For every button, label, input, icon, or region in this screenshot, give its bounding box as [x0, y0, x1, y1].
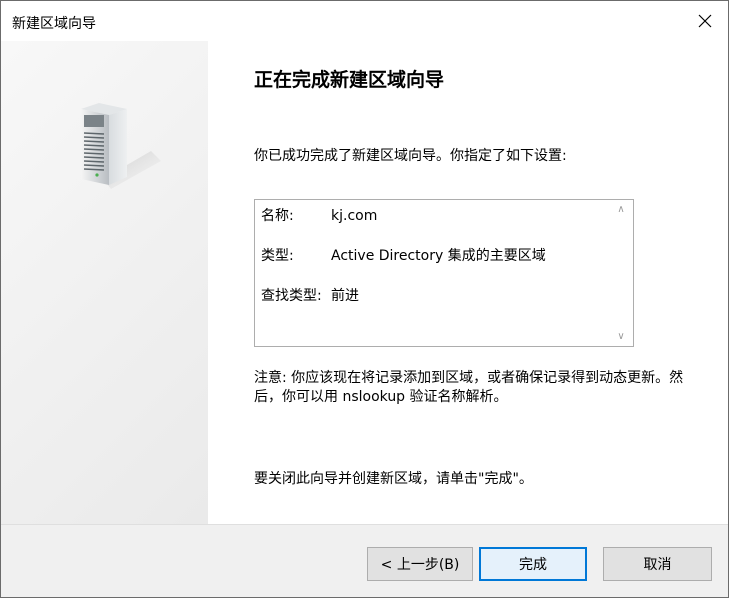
summary-value: kj.com [331, 208, 378, 224]
chevron-down-icon[interactable]: ∨ [616, 331, 626, 342]
page-title: 正在完成新建区域向导 [254, 69, 445, 91]
wizard-dialog: 新建区域向导 正在完成新建区域向导 你已成功完成了新建区域向导。你指定了如下设置… [0, 0, 729, 598]
settings-summary-box[interactable]: 名称: kj.com 类型: Active Directory 集成的主要区域 查找… [254, 199, 634, 347]
wizard-content: 正在完成新建区域向导 你已成功完成了新建区域向导。你指定了如下设置: 名称: kj… [208, 41, 728, 524]
summary-value: Active Directory 集成的主要区域 [331, 248, 546, 264]
title-bar: 新建区域向导 [1, 1, 728, 41]
note-text: 注意: 你应该现在将记录添加到区域，或者确保记录得到动态更新。然后，你可以用 n… [254, 370, 684, 405]
close-icon [698, 14, 712, 28]
summary-value: 前进 [331, 288, 359, 304]
summary-label: 名称: [261, 208, 294, 224]
summary-label: 查找类型: [261, 288, 322, 304]
button-bar: < 上一步(B) 完成 取消 [1, 524, 728, 597]
close-button[interactable] [682, 1, 728, 41]
summary-label: 类型: [261, 248, 294, 264]
wizard-side-panel [1, 41, 208, 524]
finish-instruction: 要关闭此向导并创建新区域，请单击"完成"。 [254, 471, 533, 487]
intro-text: 你已成功完成了新建区域向导。你指定了如下设置: [254, 148, 567, 164]
window-title: 新建区域向导 [12, 16, 96, 32]
back-button[interactable]: < 上一步(B) [367, 547, 473, 581]
summary-row-name: 名称: kj.com [261, 205, 377, 225]
finish-button[interactable]: 完成 [479, 547, 587, 581]
server-icon [81, 103, 161, 189]
chevron-up-icon[interactable]: ∧ [616, 204, 626, 215]
summary-row-lookup: 查找类型: 前进 [261, 285, 359, 305]
cancel-button[interactable]: 取消 [603, 547, 712, 581]
summary-row-type: 类型: Active Directory 集成的主要区域 [261, 245, 546, 265]
